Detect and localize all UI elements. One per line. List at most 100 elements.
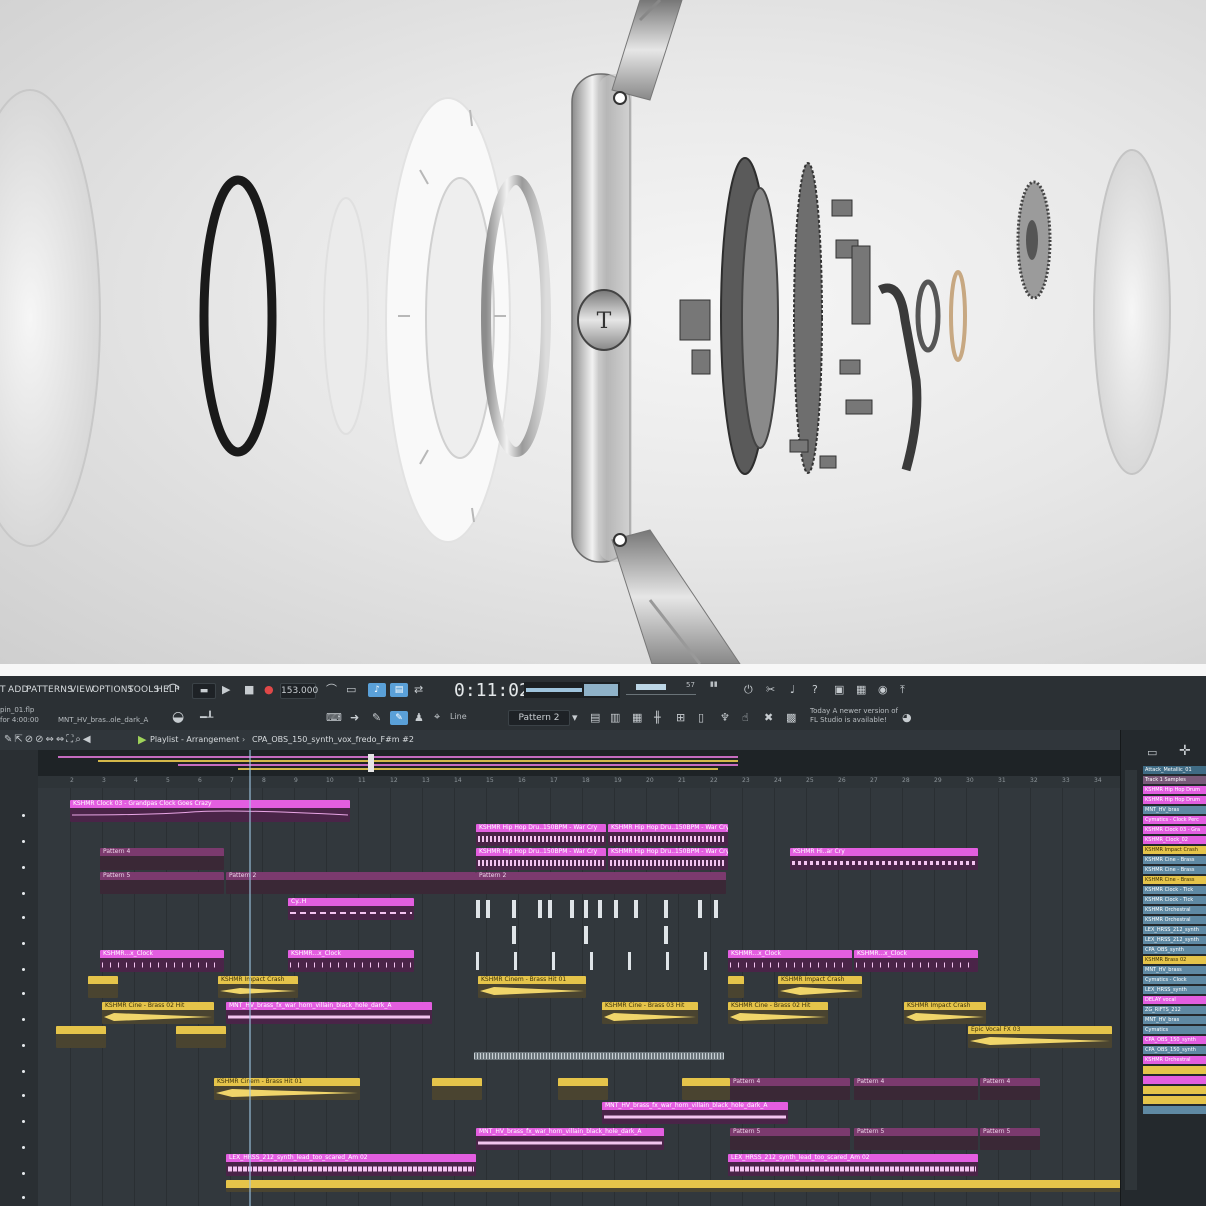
update-notice-line2[interactable]: FL Studio is available! [810, 716, 887, 724]
piano-roll-icon[interactable]: ▥ [610, 711, 620, 725]
audio-clip[interactable]: KSHMR Hip Hop Dru..150BPM - War Cry [476, 848, 606, 870]
audio-clip[interactable]: KSHMR Cine - Brass 02 Hit [102, 1002, 214, 1024]
plugin-icon[interactable]: ♆ [720, 711, 730, 725]
picker-item[interactable]: KSHMR Cine - Brass [1143, 876, 1206, 884]
picker-item[interactable]: LEX_HRSS_212_synth [1143, 926, 1206, 934]
picker-item[interactable]: MNT_HV_bras [1143, 1016, 1206, 1024]
audio-clip[interactable]: KSHMR...x_Clock [100, 950, 224, 972]
audio-clip[interactable] [56, 1026, 106, 1048]
audio-clip[interactable]: KSHMR Impact Crash [904, 1002, 986, 1024]
picker-item[interactable]: KSHMR Hip Hop Drum [1143, 786, 1206, 794]
blend-notes-icon[interactable]: ⇄ [414, 683, 423, 697]
track-led[interactable] [22, 916, 25, 919]
audio-clip[interactable]: KSHMR Cine - Brass 03 Hit [602, 1002, 698, 1024]
update-notice-line1[interactable]: Today A newer version of [810, 707, 898, 715]
wait-input-icon[interactable]: ▭ [346, 683, 356, 697]
playlist-grid[interactable]: KSHMR Clock 03 - Grandpas Clock Goes Cra… [38, 788, 1120, 1206]
audio-clip[interactable] [432, 1078, 482, 1100]
track-led[interactable] [22, 866, 25, 869]
pattern-clip[interactable]: Pattern 5 [980, 1128, 1040, 1150]
stamp-icon[interactable]: ♟ [414, 711, 424, 725]
playlist-icon[interactable]: ▤ [590, 711, 600, 725]
audio-clip[interactable] [728, 976, 744, 998]
pattern-clip[interactable]: Pattern 5 [100, 872, 224, 894]
metronome-icon[interactable]: ⌒ [326, 683, 337, 697]
audio-clip[interactable]: MNT_HV_brass_fx_war_horn_villain_black_h… [226, 1002, 432, 1024]
stop-icon[interactable]: ■ [244, 683, 254, 697]
playlist-overview[interactable] [38, 750, 1120, 776]
save-icon[interactable]: ▣ [834, 683, 844, 697]
picker-item[interactable]: DELAY vocal [1143, 996, 1206, 1004]
picker-item[interactable]: KSHMR Impact Crash [1143, 846, 1206, 854]
upload-icon[interactable]: ⤒ [900, 683, 905, 697]
panel-menu-icon[interactable]: ▭ [1147, 746, 1157, 760]
picker-item[interactable]: KSHMR Clock - Tick [1143, 886, 1206, 894]
snap-icon[interactable]: ⌖ [434, 710, 440, 724]
track-led[interactable] [22, 1044, 25, 1047]
pattern-clip[interactable]: Pattern 4 [730, 1078, 850, 1100]
audio-clip[interactable] [226, 1180, 1120, 1192]
picker-item[interactable]: Cymatics - Clock [1143, 976, 1206, 984]
picker-item[interactable] [1143, 1086, 1206, 1094]
audio-clip[interactable] [176, 1026, 226, 1048]
pattern-dropdown-icon[interactable]: ▾ [572, 711, 578, 725]
audio-clip[interactable]: KSHMR...x_Clock [728, 950, 852, 972]
picker-item[interactable]: KSHMR Orchestral [1143, 906, 1206, 914]
audio-clip[interactable] [558, 1078, 608, 1100]
audio-clip[interactable]: KSHMR Hip Hop Dru..150BPM - War Cry [608, 824, 728, 846]
picker-item[interactable] [1143, 1106, 1206, 1114]
track-led[interactable] [22, 1146, 25, 1149]
pattern-selector[interactable]: Pattern 2 [508, 710, 570, 726]
play-icon[interactable]: ▶ [222, 683, 230, 697]
menu-item-file[interactable]: T [0, 685, 6, 695]
audio-clip[interactable]: KSHMR Hip Hop Dru..150BPM - War Cry [608, 848, 728, 870]
picker-item[interactable]: KSHMR Clock - Tick [1143, 896, 1206, 904]
panel-scrollbar[interactable] [1125, 770, 1137, 1190]
audio-clip[interactable]: MNT_HV_brass_fx_war_horn_villain_black_h… [476, 1128, 664, 1150]
time-display[interactable]: 0:11:02 [454, 680, 530, 701]
track-led[interactable] [22, 1018, 25, 1021]
track-led[interactable] [22, 1070, 25, 1073]
roll-clip[interactable] [474, 1052, 726, 1072]
picker-item[interactable]: CPA_OBS_150_synth [1143, 1046, 1206, 1054]
picker-item[interactable]: Attack_Metallic_01 [1143, 766, 1206, 774]
countdown-button[interactable]: ♪ [368, 683, 386, 697]
playhead[interactable] [249, 750, 251, 1206]
audio-clip[interactable]: KSHMR Cinem - Brass Hit 01 [478, 976, 586, 998]
plugin-picker-icon[interactable]: ⊞ [676, 711, 685, 725]
loop-record-button[interactable]: ▤ [390, 683, 408, 697]
hihat-clips[interactable] [474, 898, 724, 948]
audio-clip[interactable]: KSHMR Cinem - Brass Hit 01 [214, 1078, 360, 1100]
audio-clip[interactable]: KSHMR Clock 03 - Grandpas Clock Goes Cra… [70, 800, 350, 822]
pitch-slider-icon[interactable]: ━┸ [200, 711, 213, 725]
picker-item[interactable]: LEX_HRSS_synth [1143, 986, 1206, 994]
picker-item[interactable]: CPA_OBS_synth [1143, 946, 1206, 954]
audio-clip[interactable]: KSHMR Impact Crash [218, 976, 298, 998]
panel-move-icon[interactable]: ✛ [1179, 744, 1191, 758]
picker-item[interactable]: KSHMR Hip Hop Drum [1143, 796, 1206, 804]
picker-item[interactable]: KSHMR_Clock_02 [1143, 836, 1206, 844]
track-led[interactable] [22, 1120, 25, 1123]
picker-item[interactable]: LEX_HRSS_212_synth [1143, 936, 1206, 944]
picker-item[interactable]: KSHMR Brass 02 [1143, 956, 1206, 964]
pattern-clip[interactable]: Pattern 5 [854, 1128, 978, 1150]
track-led[interactable] [22, 892, 25, 895]
audio-clip[interactable]: LEX_HRSS_212_synth_lead_too_scared_Am 02 [226, 1154, 476, 1176]
track-led[interactable] [22, 1094, 25, 1097]
pattern-clip[interactable]: Pattern 5 [730, 1128, 850, 1150]
microphone-icon[interactable]: ♩ [790, 683, 795, 697]
chat-icon[interactable]: ◉ [878, 683, 888, 697]
audio-clip[interactable]: Epic Vocal FX 03 [968, 1026, 1112, 1048]
menu-item-tools[interactable]: TOOLS [128, 685, 159, 695]
mixer-icon[interactable]: ╫ [654, 711, 661, 725]
audio-clip[interactable] [682, 1078, 730, 1100]
track-led[interactable] [22, 942, 25, 945]
arrow-icon[interactable]: ➜ [350, 711, 359, 725]
playlist-play-icon[interactable]: ▶ [138, 733, 146, 747]
track-led[interactable] [22, 968, 25, 971]
picker-item[interactable]: KSHMR Cine - Brass [1143, 856, 1206, 864]
pen-icon[interactable]: ✎ [372, 711, 381, 725]
render-icon[interactable]: ▦ [856, 683, 866, 697]
settings-icon[interactable]: ▩ [786, 711, 796, 725]
audio-clip[interactable]: MNT_HV_brass_fx_war_horn_villain_black_h… [602, 1102, 788, 1124]
